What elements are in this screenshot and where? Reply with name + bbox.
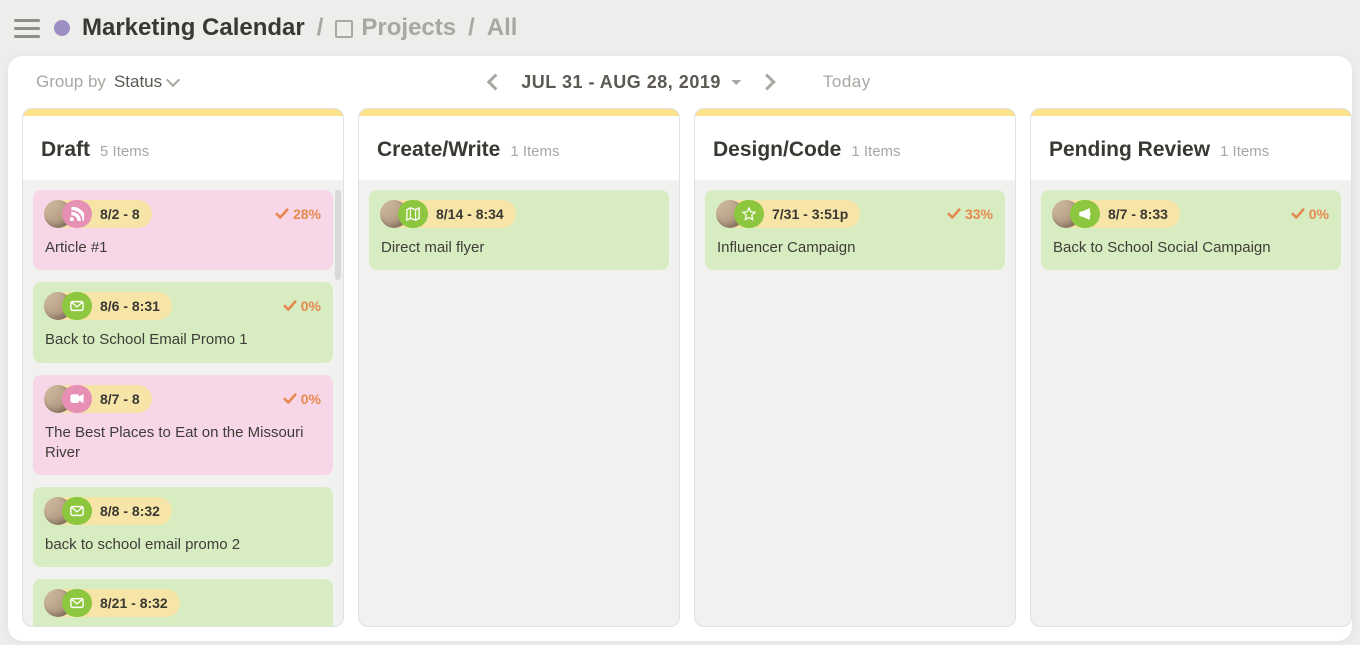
task-progress: 28% — [275, 206, 321, 222]
breadcrumb-root[interactable]: Marketing Calendar — [82, 14, 305, 42]
task-date: 8/14 - 8:34 — [428, 206, 504, 222]
column-body: 8/14 - 8:34 Direct mail flyer — [359, 180, 679, 626]
task-progress: 33% — [947, 206, 993, 222]
task-progress: 0% — [283, 391, 321, 407]
date-range-text: JUL 31 - AUG 28, 2019 — [521, 72, 721, 93]
task-progress-value: 0% — [301, 391, 321, 407]
task-card[interactable]: 8/6 - 8:31 0% Back to School Email Promo… — [33, 282, 333, 362]
breadcrumb-section[interactable]: Projects — [361, 14, 456, 42]
check-icon — [947, 207, 961, 221]
task-card[interactable]: 8/21 - 8:32 Back to School email promo 3 — [33, 579, 333, 626]
mail-icon — [62, 589, 92, 617]
today-button[interactable]: Today — [823, 72, 871, 92]
check-icon — [283, 299, 297, 313]
task-progress-value: 0% — [1309, 206, 1329, 222]
task-date-pill: 8/8 - 8:32 — [45, 497, 172, 525]
task-card[interactable]: 8/14 - 8:34 Direct mail flyer — [369, 190, 669, 270]
task-date-pill: 8/6 - 8:31 — [45, 292, 172, 320]
next-range-button[interactable] — [758, 74, 775, 91]
board-column: Draft 5 Items 8/2 - 8 28% — [22, 108, 344, 627]
group-by-selector[interactable]: Status — [114, 72, 178, 92]
task-date-pill: 8/2 - 8 — [45, 200, 152, 228]
task-progress-value: 28% — [293, 206, 321, 222]
menu-button[interactable] — [14, 15, 40, 41]
bullhorn-icon — [1070, 200, 1100, 228]
calendar-color-dot — [54, 20, 70, 36]
column-header: Draft 5 Items — [23, 116, 343, 180]
check-icon — [1291, 207, 1305, 221]
task-date-pill: 8/21 - 8:32 — [45, 589, 180, 617]
breadcrumb-separator: / — [468, 14, 475, 42]
task-card[interactable]: 8/7 - 8 0% The Best Places to Eat on the… — [33, 375, 333, 476]
board-column: Create/Write 1 Items 8/14 - 8:34 Direct … — [358, 108, 680, 627]
task-title: Influencer Campaign — [717, 238, 993, 258]
task-progress: 0% — [1291, 206, 1329, 222]
task-date: 8/7 - 8 — [92, 391, 140, 407]
caret-down-icon — [731, 80, 741, 90]
task-date: 8/2 - 8 — [92, 206, 140, 222]
board-column: Design/Code 1 Items 7/31 - 3:51p 33% — [694, 108, 1016, 627]
task-date: 8/21 - 8:32 — [92, 595, 168, 611]
video-icon — [62, 385, 92, 413]
column-color-band — [695, 109, 1015, 116]
column-color-band — [359, 109, 679, 116]
task-date-pill: 7/31 - 3:51p — [717, 200, 860, 228]
chevron-down-icon — [166, 73, 180, 87]
column-title: Pending Review — [1049, 138, 1210, 162]
task-date: 7/31 - 3:51p — [764, 206, 848, 222]
column-item-count: 5 Items — [100, 143, 149, 160]
breadcrumb: Marketing Calendar / Projects / All — [54, 14, 517, 42]
check-icon — [283, 392, 297, 406]
column-title: Design/Code — [713, 138, 841, 162]
task-title: Back to School Email Promo 1 — [45, 330, 321, 350]
column-title: Draft — [41, 138, 90, 162]
task-progress-value: 0% — [301, 298, 321, 314]
prev-range-button[interactable] — [487, 74, 504, 91]
column-body: 7/31 - 3:51p 33% Influencer Campaign — [695, 180, 1015, 626]
mail-icon — [62, 497, 92, 525]
task-date: 8/6 - 8:31 — [92, 298, 160, 314]
task-title: Article #1 — [45, 238, 321, 258]
date-range-picker[interactable]: JUL 31 - AUG 28, 2019 — [521, 72, 741, 93]
mail-icon — [62, 292, 92, 320]
task-date-pill: 8/7 - 8 — [45, 385, 152, 413]
task-date-pill: 8/7 - 8:33 — [1053, 200, 1180, 228]
column-color-band — [1031, 109, 1351, 116]
column-header: Design/Code 1 Items — [695, 116, 1015, 180]
task-card[interactable]: 8/8 - 8:32 back to school email promo 2 — [33, 487, 333, 567]
group-by-label: Group by — [36, 72, 106, 92]
task-date-pill: 8/14 - 8:34 — [381, 200, 516, 228]
column-title: Create/Write — [377, 138, 500, 162]
task-title: The Best Places to Eat on the Missouri R… — [45, 423, 321, 464]
star-icon — [734, 200, 764, 228]
column-header: Create/Write 1 Items — [359, 116, 679, 180]
task-title: Direct mail flyer — [381, 238, 657, 258]
task-card[interactable]: 8/7 - 8:33 0% Back to School Social Camp… — [1041, 190, 1341, 270]
projects-icon — [335, 20, 353, 38]
column-item-count: 1 Items — [851, 143, 900, 160]
task-card[interactable]: 8/2 - 8 28% Article #1 — [33, 190, 333, 270]
task-title: Back to School Social Campaign — [1053, 238, 1329, 258]
map-icon — [398, 200, 428, 228]
column-item-count: 1 Items — [1220, 143, 1269, 160]
task-title: back to school email promo 2 — [45, 535, 321, 555]
column-header: Pending Review 1 Items — [1031, 116, 1351, 180]
column-body: 8/7 - 8:33 0% Back to School Social Camp… — [1031, 180, 1351, 626]
scrollbar[interactable] — [335, 190, 341, 280]
task-progress: 0% — [283, 298, 321, 314]
column-item-count: 1 Items — [510, 143, 559, 160]
group-by-value: Status — [114, 72, 162, 92]
task-date: 8/7 - 8:33 — [1100, 206, 1168, 222]
task-progress-value: 33% — [965, 206, 993, 222]
breadcrumb-filter[interactable]: All — [487, 14, 518, 42]
column-color-band — [23, 109, 343, 116]
board-column: Pending Review 1 Items 8/7 - 8:33 0% — [1030, 108, 1352, 627]
check-icon — [275, 207, 289, 221]
task-card[interactable]: 7/31 - 3:51p 33% Influencer Campaign — [705, 190, 1005, 270]
breadcrumb-separator: / — [317, 14, 324, 42]
task-date: 8/8 - 8:32 — [92, 503, 160, 519]
column-body: 8/2 - 8 28% Article #1 8/6 — [23, 180, 343, 626]
rss-icon — [62, 200, 92, 228]
